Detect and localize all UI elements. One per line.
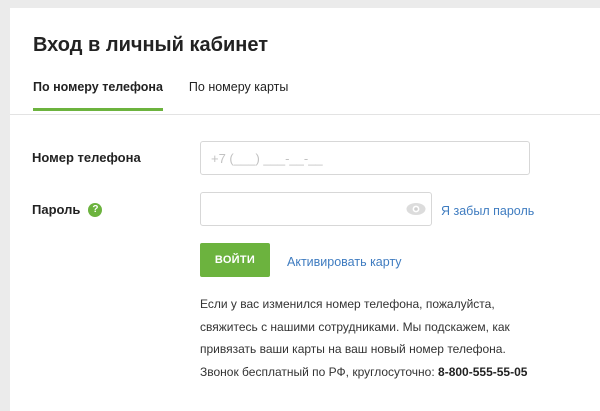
phone-label: Номер телефона bbox=[32, 150, 141, 165]
info-line: привязать ваши карты на ваш новый номер … bbox=[200, 342, 506, 356]
info-line: свяжитесь с нашими сотрудниками. Мы подс… bbox=[200, 319, 510, 334]
password-label-row: Пароль ? bbox=[32, 202, 103, 217]
password-label: Пароль bbox=[32, 202, 81, 217]
login-button[interactable]: ВОЙТИ bbox=[200, 243, 270, 277]
info-line: Звонок бесплатный по РФ, круглосуточно: … bbox=[200, 361, 540, 384]
login-card: Вход в личный кабинет По номеру телефона… bbox=[10, 8, 600, 411]
password-input[interactable] bbox=[200, 192, 432, 226]
login-tabs: По номеру телефона По номеру карты bbox=[33, 80, 288, 111]
phone-input[interactable] bbox=[200, 141, 530, 175]
tab-by-phone[interactable]: По номеру телефона bbox=[33, 80, 163, 111]
info-line: Если у вас изменился номер телефона, пож… bbox=[200, 297, 495, 311]
forgot-password-link[interactable]: Я забыл пароль bbox=[441, 204, 534, 218]
info-hotline-prefix: Звонок бесплатный по РФ, круглосуточно: bbox=[200, 364, 439, 379]
activate-card-link[interactable]: Активировать карту bbox=[287, 255, 402, 269]
tabs-divider bbox=[10, 114, 600, 115]
page-title: Вход в личный кабинет bbox=[33, 34, 268, 56]
question-icon[interactable]: ? bbox=[88, 202, 103, 217]
info-text: Если у вас изменился номер телефона, пож… bbox=[200, 293, 540, 383]
tab-by-card[interactable]: По номеру карты bbox=[189, 80, 288, 111]
hotline-number: 8-800-555-55-05 bbox=[438, 364, 528, 379]
eye-icon[interactable] bbox=[406, 202, 426, 216]
